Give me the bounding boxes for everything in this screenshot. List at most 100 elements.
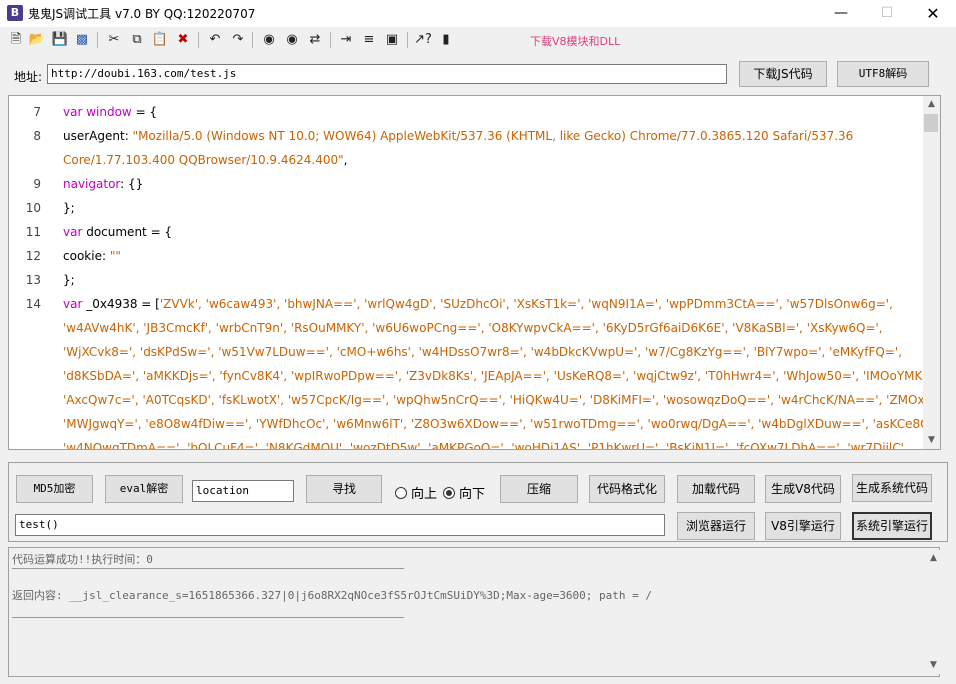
radio-down[interactable]: 向下 [443,483,485,502]
toolbar-separator [330,32,331,48]
scroll-down-icon[interactable]: ▼ [925,657,942,674]
window-title: 鬼鬼JS调试工具 v7.0 BY QQ:120220707 [28,7,256,21]
output-divider [12,617,404,618]
maximize-icon[interactable]: ☐ [864,0,910,27]
code-token: = { [131,105,158,119]
output-result: 返回内容: __jsl_clearance_s=1651865366.327|0… [12,589,653,602]
info-icon[interactable]: ▮ [436,30,456,50]
code-token: "Mozilla/5.0 (Windows NT 10.0; WOW64) Ap… [132,129,854,143]
code-line: }; [63,201,75,215]
eval-decrypt-button[interactable]: eval解密 [105,475,183,503]
copy-icon[interactable]: ⧉ [127,30,147,50]
code-editor[interactable]: 7 8 9 10 11 12 13 14 var window = {userAgent: "… [8,95,941,450]
expression-input[interactable]: test() [15,514,665,536]
line-number: 9 [33,177,41,191]
delete-icon[interactable]: ✖ [173,30,193,50]
code-line: 'd8KSbDA=', 'aMKKDjs=', 'fynCv8K4', 'wpI… [63,369,937,383]
code-token: 'w4NQwqTDmA==', 'bOLCuF4=', 'N8KGdMOU', … [63,441,908,450]
find-next-icon[interactable]: ◉ [282,30,302,50]
indent-icon[interactable]: ⇥ [336,30,356,50]
v8-engine-run-button[interactable]: V8引擎运行 [765,512,841,540]
load-code-button[interactable]: 加载代码 [677,475,755,503]
paste-icon[interactable]: 📋 [150,30,170,50]
code-token: Core/1.77.103.400 QQBrowser/10.9.4624.40… [63,153,344,167]
code-token: }; [63,273,75,287]
code-token: "" [109,249,121,263]
toolbar-separator [252,32,253,48]
system-engine-run-button[interactable]: 系统引擎运行 [852,512,932,540]
code-token: , [343,153,348,167]
redo-icon[interactable]: ↷ [228,30,248,50]
code-token: userAgent: [63,129,133,143]
compress-button[interactable]: 压缩 [500,475,578,503]
save-all-icon[interactable]: ▩ [72,30,92,50]
utf8-decode-button[interactable]: UTF8解码 [837,61,929,87]
minimize-icon[interactable]: — [818,0,864,27]
window-icon[interactable]: ▣ [382,30,402,50]
code-line: cookie: "" [63,249,121,263]
code-line: var _0x4938 = ['ZVVk', 'w6caw493', 'bhwJ… [63,297,893,311]
scroll-down-icon[interactable]: ▼ [923,432,940,449]
find-binoculars-icon[interactable]: ◉ [259,30,279,50]
radio-circle-icon [395,487,407,499]
code-line: navigator: {} [63,177,143,191]
replace-icon[interactable]: ⇄ [305,30,325,50]
toolbar-separator [198,32,199,48]
title-bar: B 鬼鬼JS调试工具 v7.0 BY QQ:120220707 — ☐ ✕ [0,0,956,27]
address-input[interactable]: http://doubi.163.com/test.js [47,64,727,84]
editor-scrollbar[interactable]: ▲ ▼ [923,96,940,449]
new-file-icon[interactable]: 🗎 [6,30,26,50]
code-token: var [63,105,83,119]
output-panel[interactable]: 代码运算成功!!执行时间：0 返回内容: __jsl_clearance_s=1… [8,547,940,677]
md5-encrypt-button[interactable]: MD5加密 [16,475,93,503]
find-button[interactable]: 寻找 [306,475,382,503]
output-scrollbar[interactable]: ▲ ▼ [925,550,942,674]
line-number: 8 [33,129,41,143]
code-token: 'ZVVk', 'w6caw493', 'bhwJNA==', 'wrlQw4g… [159,297,893,311]
code-token: _0x4938 = [ [82,297,160,311]
code-token: document = { [82,225,173,239]
scroll-thumb[interactable] [924,114,938,132]
code-line: 'WjXCvk8=', 'dsKPdSw=', 'w51Vw7LDuw==', … [63,345,902,359]
code-token: 'MWJgwqY=', 'e8O8w4fDiw==', 'YWfDhcOc', … [63,417,941,431]
code-token: : {} [120,177,144,191]
cut-icon[interactable]: ✂ [104,30,124,50]
code-line: var window = { [63,105,157,119]
scroll-up-icon[interactable]: ▲ [925,550,942,567]
scroll-up-icon[interactable]: ▲ [923,96,940,113]
help-icon[interactable]: ↗? [413,30,433,50]
generate-v8-button[interactable]: 生成V8代码 [765,475,841,503]
line-number: 13 [25,273,41,287]
download-js-button[interactable]: 下载JS代码 [739,61,827,87]
format-code-button[interactable]: 代码格式化 [589,475,665,503]
radio-up[interactable]: 向上 [395,483,437,502]
code-line: 'AxcQw7c=', 'A0TCqsKD', 'fsKLwotX', 'w57… [63,393,940,407]
line-number: 14 [25,297,41,311]
toolbar-separator [407,32,408,48]
code-line: 'w4AVw4hK', 'JB3CmcKf', 'wrbCnT9n', 'RsO… [63,321,883,335]
search-input[interactable]: location [192,480,294,502]
browser-run-button[interactable]: 浏览器运行 [677,512,755,540]
code-token: navigator [63,177,121,191]
list-icon[interactable]: ≡ [359,30,379,50]
code-token: var [63,225,83,239]
open-folder-icon[interactable]: 📂 [27,30,47,50]
undo-icon[interactable]: ↶ [205,30,225,50]
address-label: 地址: [14,70,43,84]
code-line: }; [63,273,75,287]
radio-circle-icon [443,487,455,499]
app-icon: B [7,5,23,21]
line-number: 7 [33,105,41,119]
code-token: var [63,297,83,311]
output-status: 代码运算成功!!执行时间：0 [12,553,153,566]
save-icon[interactable]: 💾 [50,30,70,50]
close-icon[interactable]: ✕ [910,0,956,27]
code-line: userAgent: "Mozilla/5.0 (Windows NT 10.0… [63,129,853,143]
radio-up-label: 向上 [411,487,438,502]
generate-system-button[interactable]: 生成系统代码 [852,474,932,502]
download-v8-link[interactable]: 下载V8模块和DLL [530,33,620,49]
code-token: }; [63,201,75,215]
code-token: 'w4AVw4hK', 'JB3CmcKf', 'wrbCnT9n', 'RsO… [63,321,883,335]
code-token: window [86,105,132,119]
code-token: 'd8KSbDA=', 'aMKKDjs=', 'fynCv8K4', 'wpI… [63,369,938,383]
